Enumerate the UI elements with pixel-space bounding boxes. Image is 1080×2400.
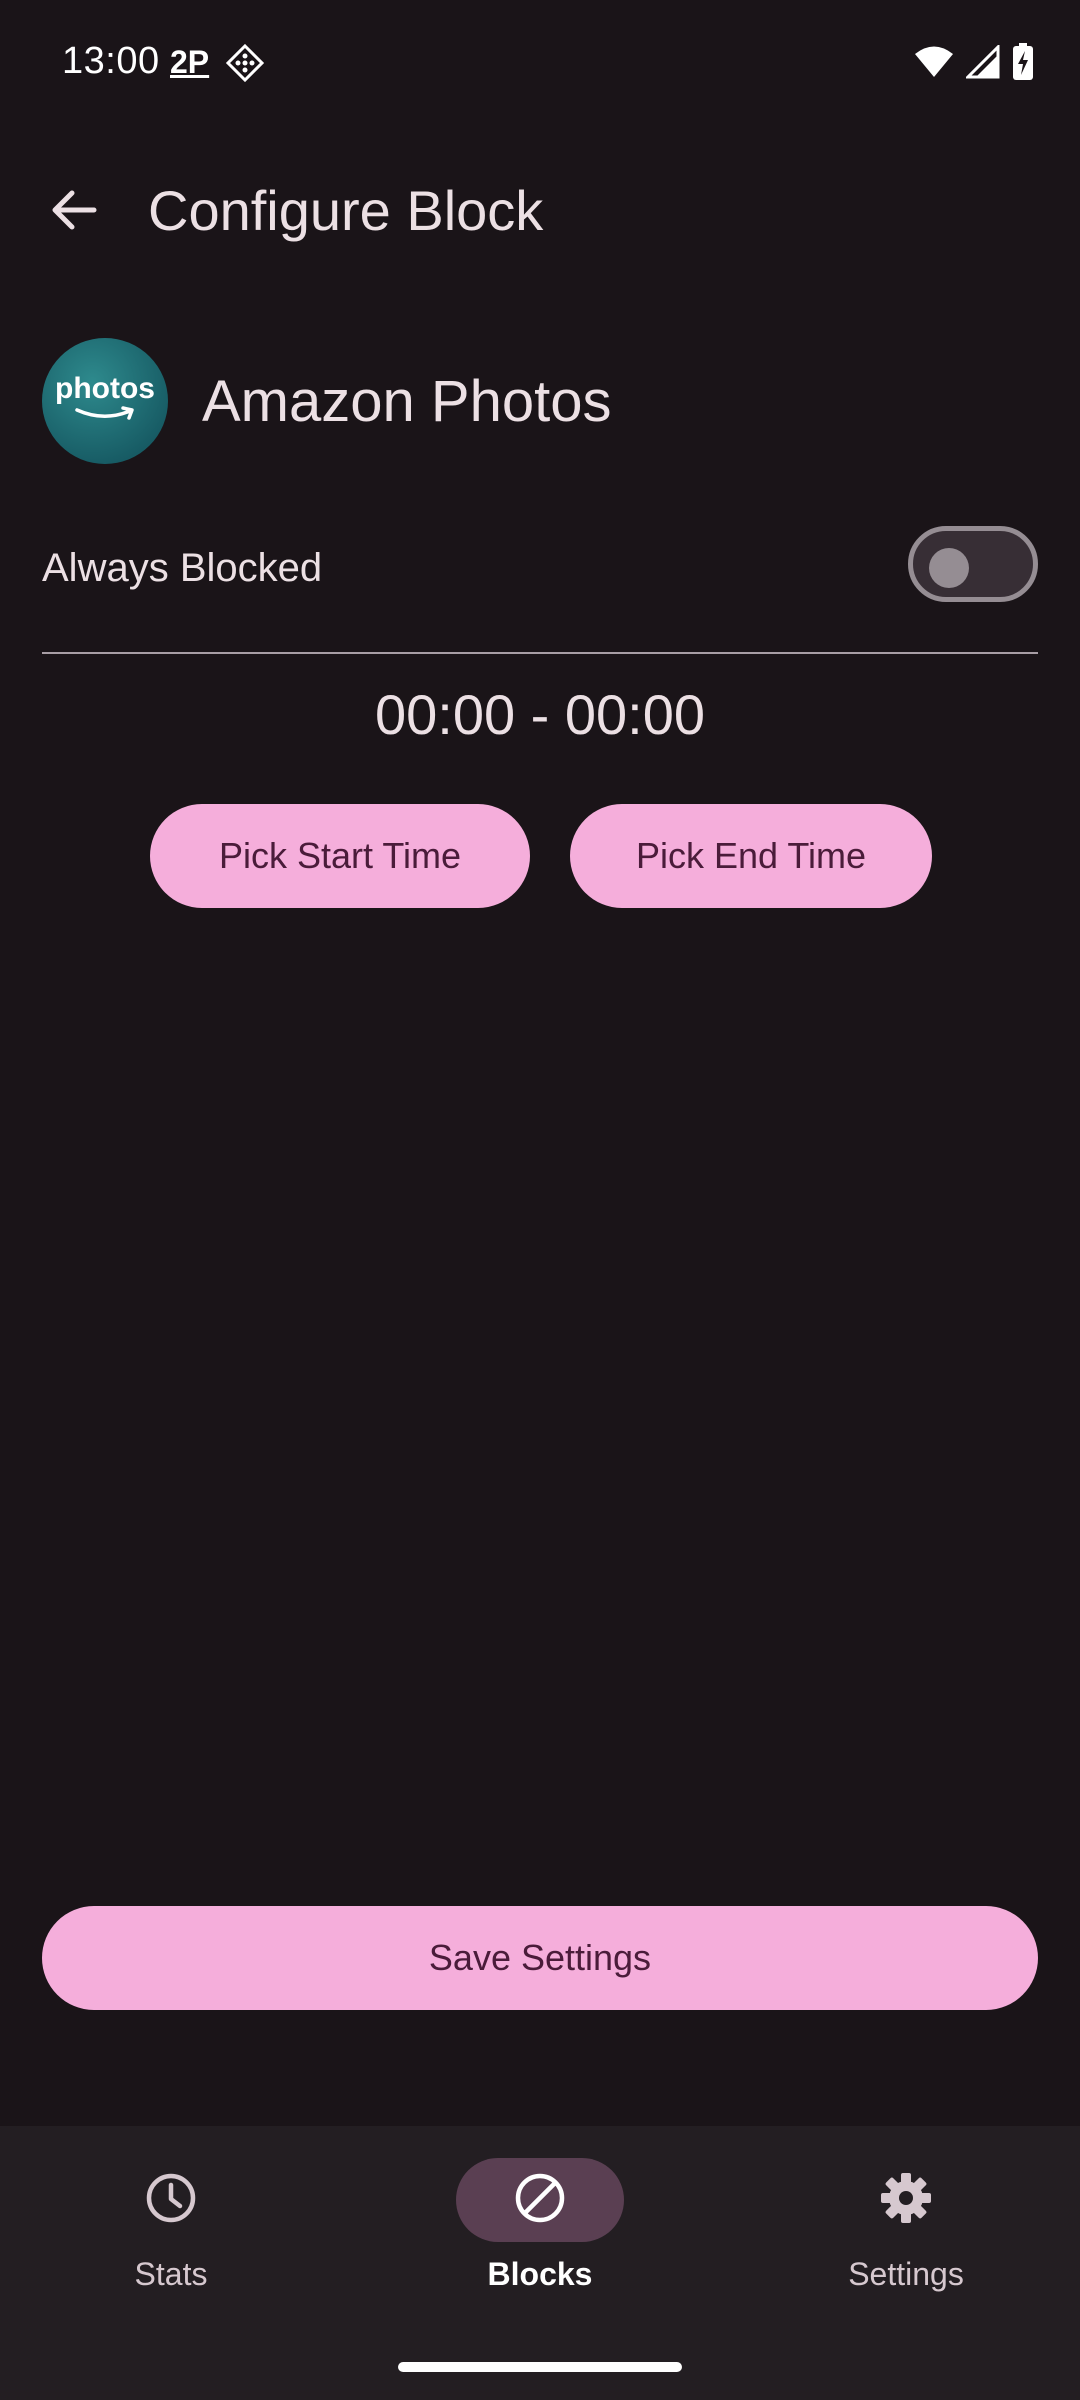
back-button[interactable] (36, 174, 112, 250)
top-app-bar: Configure Block (0, 150, 1080, 274)
app-icon-text: photos (55, 372, 155, 405)
pick-end-time-button[interactable]: Pick End Time (570, 804, 932, 908)
nav-label-stats: Stats (134, 2256, 208, 2292)
app-header: photos Amazon Photos (42, 338, 611, 464)
status-icons (914, 42, 1034, 86)
status-bar: 13:00 2P (0, 0, 1080, 128)
nav-item-blocks[interactable]: Blocks (410, 2158, 670, 2318)
save-settings-button[interactable]: Save Settings (42, 1906, 1038, 2010)
bottom-navigation: Stats Blocks Settings (0, 2126, 1080, 2400)
battery-charging-icon (1012, 42, 1034, 86)
nav-item-stats[interactable]: Stats (41, 2158, 301, 2318)
wifi-icon (914, 45, 954, 84)
gear-icon (878, 2170, 934, 2231)
arrow-back-icon (50, 188, 98, 237)
page-title: Configure Block (148, 179, 544, 242)
nav-label-settings: Settings (848, 2256, 964, 2292)
nav-label-blocks: Blocks (487, 2256, 593, 2292)
nav-icon-container (822, 2158, 990, 2242)
nav-item-settings[interactable]: Settings (776, 2158, 1036, 2318)
always-blocked-toggle[interactable] (908, 526, 1038, 602)
app-name: Amazon Photos (202, 368, 612, 434)
smile-arrow-icon (75, 406, 134, 420)
divider (42, 652, 1038, 654)
clock-icon (143, 2170, 199, 2231)
home-indicator[interactable] (398, 2362, 682, 2372)
pick-start-time-button[interactable]: Pick Start Time (150, 804, 530, 908)
always-blocked-label: Always Blocked (42, 546, 323, 590)
time-range-display: 00:00 - 00:00 (374, 683, 706, 746)
nav-active-indicator (456, 2158, 624, 2242)
toggle-knob (929, 548, 969, 588)
amazon-photos-icon: photos (42, 338, 168, 464)
diamond-grid-icon (225, 43, 265, 83)
status-time: 13:00 (62, 40, 160, 82)
signal-icon (964, 42, 1000, 84)
block-icon (512, 2170, 568, 2231)
nav-icon-container (87, 2158, 255, 2242)
always-blocked-row: Always Blocked (42, 526, 1038, 612)
status-badge: 2P (170, 44, 210, 80)
